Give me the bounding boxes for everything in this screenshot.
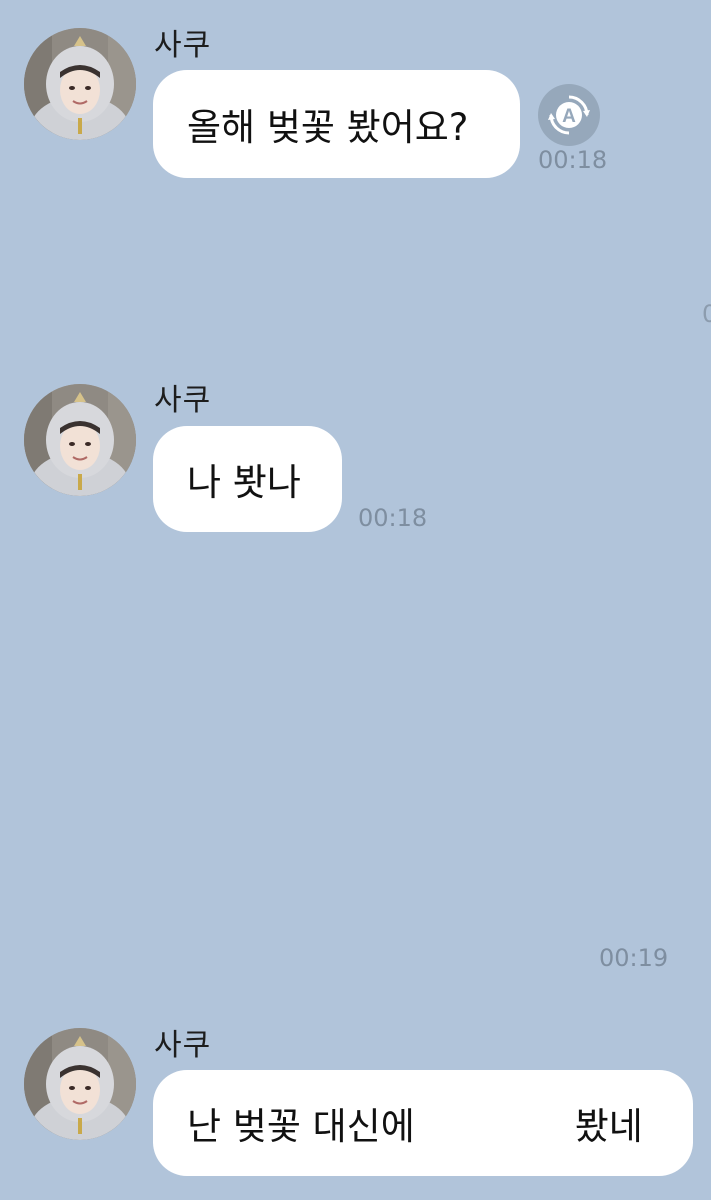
message-time: 00:18 bbox=[538, 146, 608, 174]
message-text-end: 봤네 bbox=[574, 1105, 643, 1148]
sender-name: 사쿠 bbox=[154, 1028, 212, 1063]
sender-name: 사쿠 bbox=[154, 28, 212, 63]
avatar[interactable] bbox=[24, 384, 136, 496]
auto-translate-icon: A bbox=[548, 95, 590, 135]
message-time: 00:18 bbox=[358, 504, 428, 532]
sender-name: 사쿠 bbox=[154, 383, 212, 418]
message-bubble[interactable]: 나 봣나 bbox=[153, 426, 342, 532]
avatar[interactable] bbox=[24, 28, 136, 140]
message-bubble[interactable]: 올해 벚꽃 봤어요? bbox=[153, 70, 520, 178]
translate-letter: A bbox=[562, 106, 576, 127]
message-text: 나 봣나 bbox=[187, 461, 301, 504]
message-text: 올해 벚꽃 봤어요? bbox=[187, 106, 469, 149]
message-text-start: 난 벚꽃 대신에 bbox=[187, 1105, 415, 1148]
edge-text: 0 bbox=[702, 300, 711, 328]
divider-time: 00:19 bbox=[599, 944, 669, 972]
translate-button[interactable]: A bbox=[538, 84, 600, 146]
avatar[interactable] bbox=[24, 1028, 136, 1140]
message-bubble[interactable]: 난 벚꽃 대신에 봤네 bbox=[153, 1070, 693, 1176]
